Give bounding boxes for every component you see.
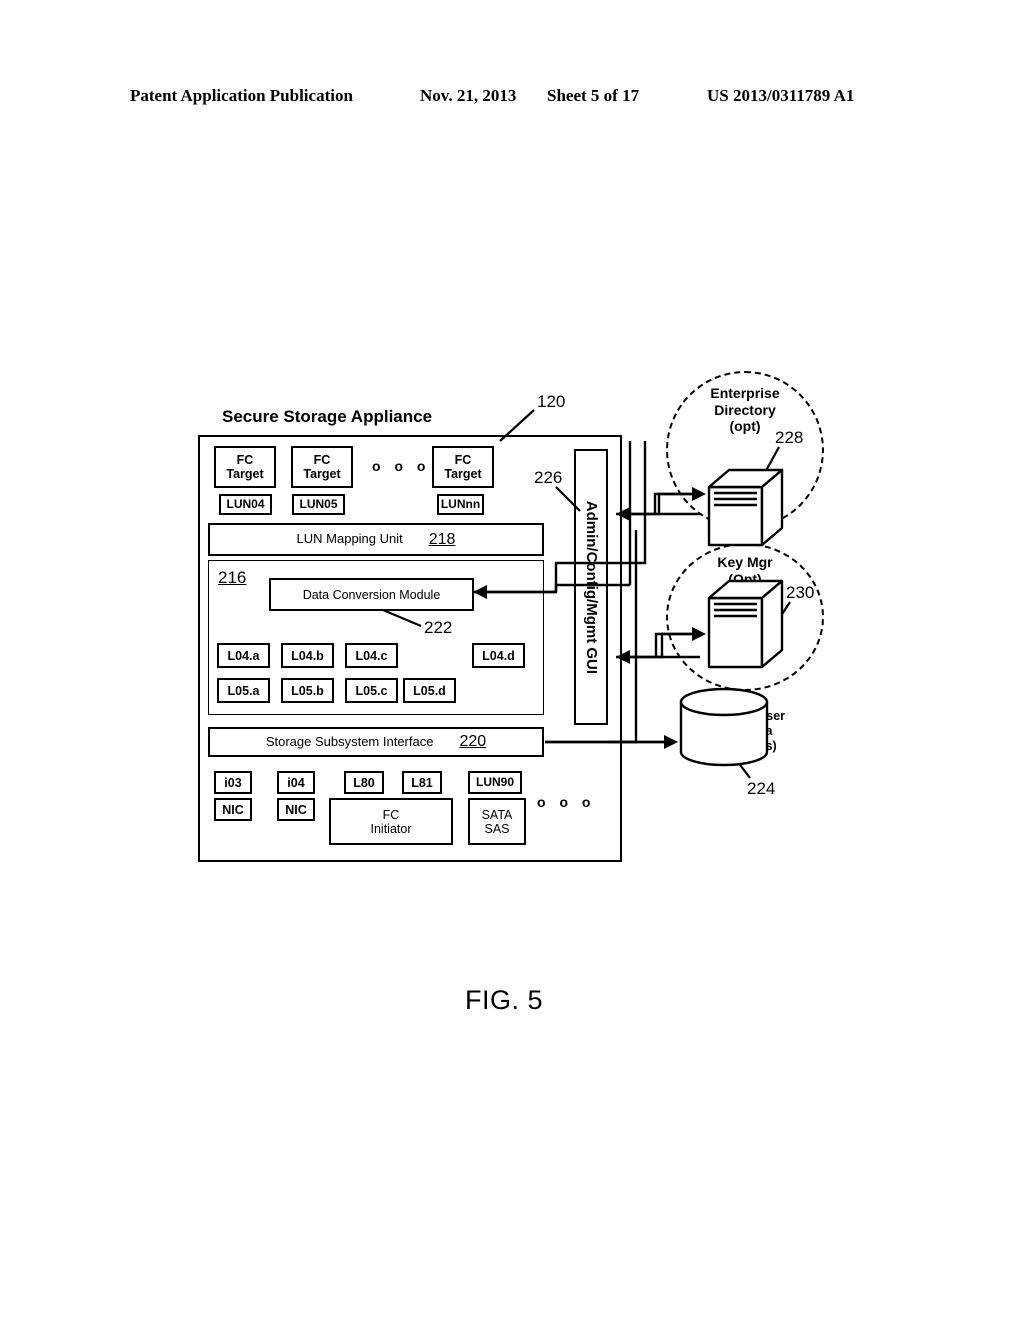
meta-data-line1: Secure Parser bbox=[700, 709, 786, 723]
ref-216: 216 bbox=[218, 568, 247, 587]
header-publication: Patent Application Publication bbox=[130, 86, 353, 105]
lun-label-2: LUN05 bbox=[292, 494, 345, 515]
admin-config-mgmt-gui-bar[interactable]: Admin/Config/Mgmt GUI bbox=[574, 449, 608, 725]
lun-label-1: LUN04 bbox=[219, 494, 272, 515]
nic-2: NIC bbox=[277, 798, 315, 821]
enterprise-directory-line2: Directory bbox=[714, 401, 776, 418]
fc-target-1-line2: Target bbox=[226, 467, 264, 481]
header-sheet: Sheet 5 of 17 bbox=[547, 86, 640, 105]
ref-228: 228 bbox=[775, 428, 804, 447]
lun-mapping-unit-ref: 218 bbox=[428, 530, 456, 548]
share-l05a: L05.a bbox=[217, 678, 270, 703]
sata-sas-line2: SAS bbox=[484, 821, 510, 836]
meta-data-line3: (mappings) bbox=[709, 738, 777, 753]
initiator-i03: i03 bbox=[214, 771, 252, 794]
share-l05d: L05.d bbox=[403, 678, 456, 703]
initiator-ellipsis: o o o bbox=[537, 794, 596, 810]
appliance-title: Secure Storage Appliance bbox=[222, 407, 433, 426]
leader-224 bbox=[730, 752, 751, 779]
initiator-i04: i04 bbox=[277, 771, 315, 794]
fc-initiator: FC Initiator bbox=[329, 798, 453, 845]
fc-target-ellipsis: o o o bbox=[372, 458, 431, 474]
share-l05b: L05.b bbox=[281, 678, 334, 703]
key-mgr-line2: (Opt) bbox=[728, 570, 762, 587]
patent-header: Patent Application Publication Nov. 21, … bbox=[0, 86, 1024, 112]
share-l04d: L04.d bbox=[472, 643, 525, 668]
lun-mapping-unit-box: LUN Mapping Unit 218 bbox=[208, 523, 544, 556]
nic-1: NIC bbox=[214, 798, 252, 821]
meta-data-label: Secure Parser Meta Data (mappings) bbox=[678, 709, 808, 753]
ref-230: 230 bbox=[786, 583, 815, 602]
storage-subsystem-interface-label: Storage Subsystem Interface bbox=[265, 733, 434, 749]
fc-target-1: FC Target bbox=[214, 446, 276, 488]
lun-l80: L80 bbox=[344, 771, 384, 794]
lun-mapping-unit-label: LUN Mapping Unit bbox=[296, 531, 403, 547]
enterprise-directory-line1: Enterprise bbox=[710, 385, 780, 401]
sata-sas-line1: SATA bbox=[481, 807, 513, 822]
fc-target-3: FC Target bbox=[432, 446, 494, 488]
storage-subsystem-interface-ref: 220 bbox=[459, 733, 487, 751]
arrow-meta-data bbox=[664, 735, 678, 749]
lun-l81: L81 bbox=[402, 771, 442, 794]
header-date: Nov. 21, 2013 bbox=[420, 86, 517, 105]
storage-subsystem-interface-box: Storage Subsystem Interface 220 bbox=[208, 727, 544, 757]
enterprise-directory-line3: (opt) bbox=[729, 418, 761, 435]
data-conversion-module: Data Conversion Module bbox=[269, 578, 474, 611]
key-mgr-line1: Key Mgr bbox=[717, 554, 773, 570]
ref-224: 224 bbox=[747, 779, 776, 798]
figure-caption: FIG. 5 bbox=[465, 985, 544, 1015]
fc-initiator-line1: FC bbox=[382, 807, 400, 822]
fc-target-2: FC Target bbox=[291, 446, 353, 488]
share-l04b: L04.b bbox=[281, 643, 334, 668]
lun-label-3: LUNnn bbox=[437, 494, 484, 515]
sata-sas: SATA SAS bbox=[468, 798, 526, 845]
meta-data-line2: Meta Data bbox=[713, 723, 773, 738]
lun-90: LUN90 bbox=[468, 771, 522, 794]
ref-226: 226 bbox=[534, 468, 563, 487]
share-l05c: L05.c bbox=[345, 678, 398, 703]
fc-target-3-line2: Target bbox=[444, 467, 482, 481]
admin-config-mgmt-gui-label: Admin/Config/Mgmt GUI bbox=[583, 500, 601, 674]
fc-initiator-line2: Initiator bbox=[370, 821, 412, 836]
fc-target-1-line1: FC bbox=[236, 453, 254, 467]
fc-target-2-line2: Target bbox=[303, 467, 341, 481]
share-l04a: L04.a bbox=[217, 643, 270, 668]
fc-target-2-line1: FC bbox=[313, 453, 331, 467]
header-patent-number: US 2013/0311789 A1 bbox=[707, 86, 855, 105]
fc-target-3-line1: FC bbox=[454, 453, 472, 467]
ref-222: 222 bbox=[424, 618, 453, 637]
share-l04c: L04.c bbox=[345, 643, 398, 668]
ref-120: 120 bbox=[537, 392, 566, 411]
